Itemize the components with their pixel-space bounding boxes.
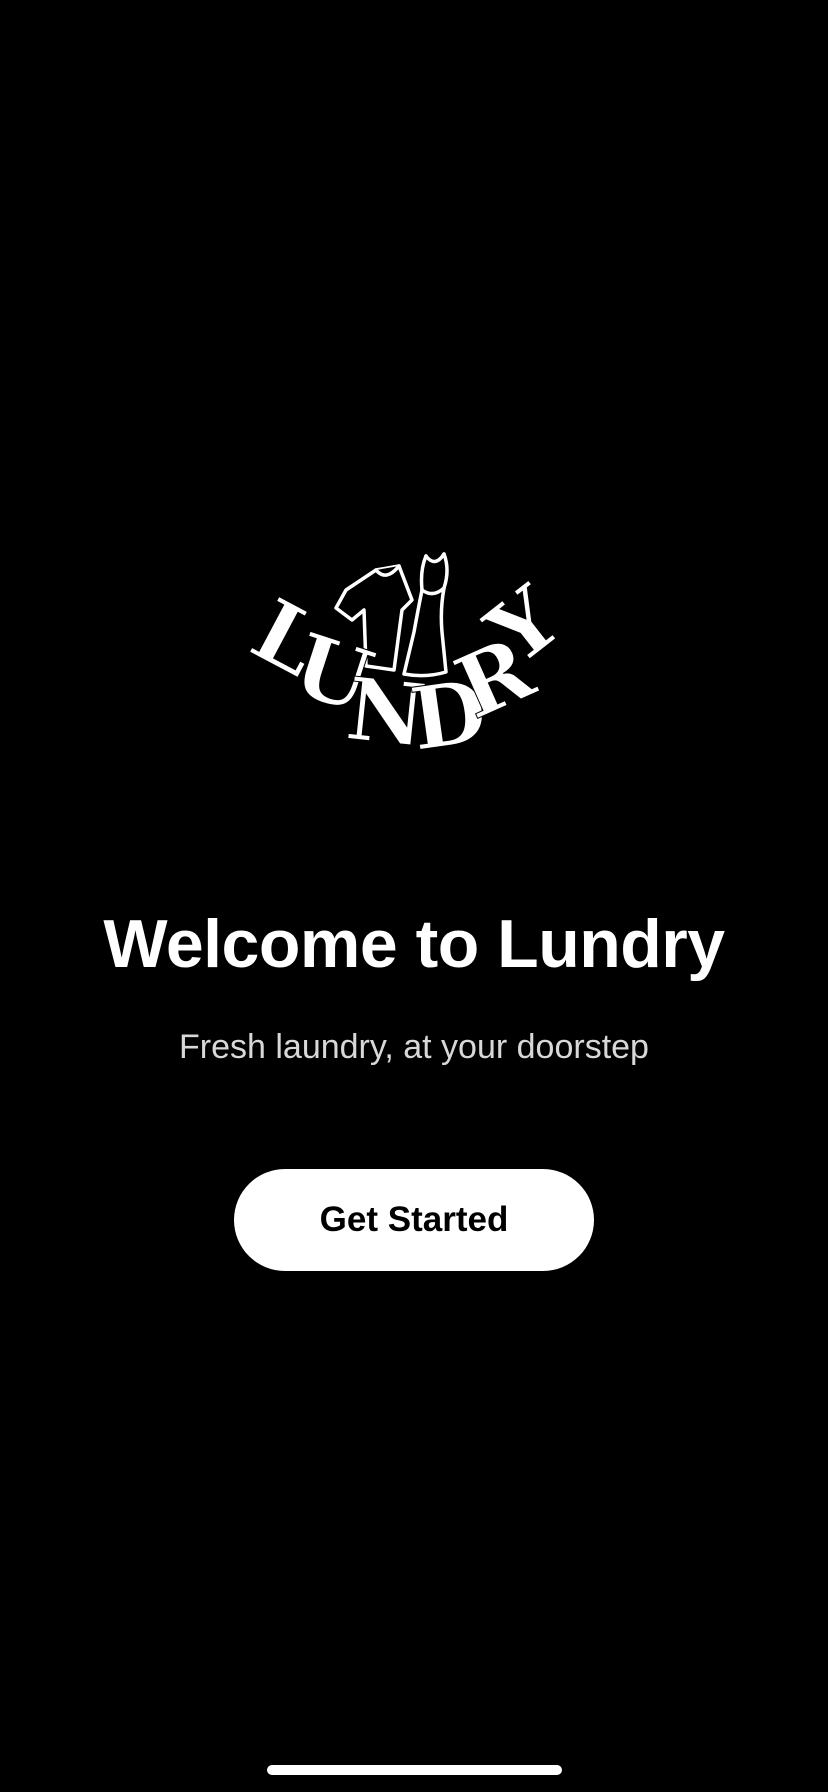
get-started-button[interactable]: Get Started — [234, 1169, 594, 1271]
home-indicator[interactable] — [267, 1765, 562, 1775]
welcome-title: Welcome to Lundry — [103, 906, 725, 982]
welcome-subtitle: Fresh laundry, at your doorstep — [179, 1028, 649, 1066]
lundry-logo: L U N D R Y — [236, 540, 592, 790]
